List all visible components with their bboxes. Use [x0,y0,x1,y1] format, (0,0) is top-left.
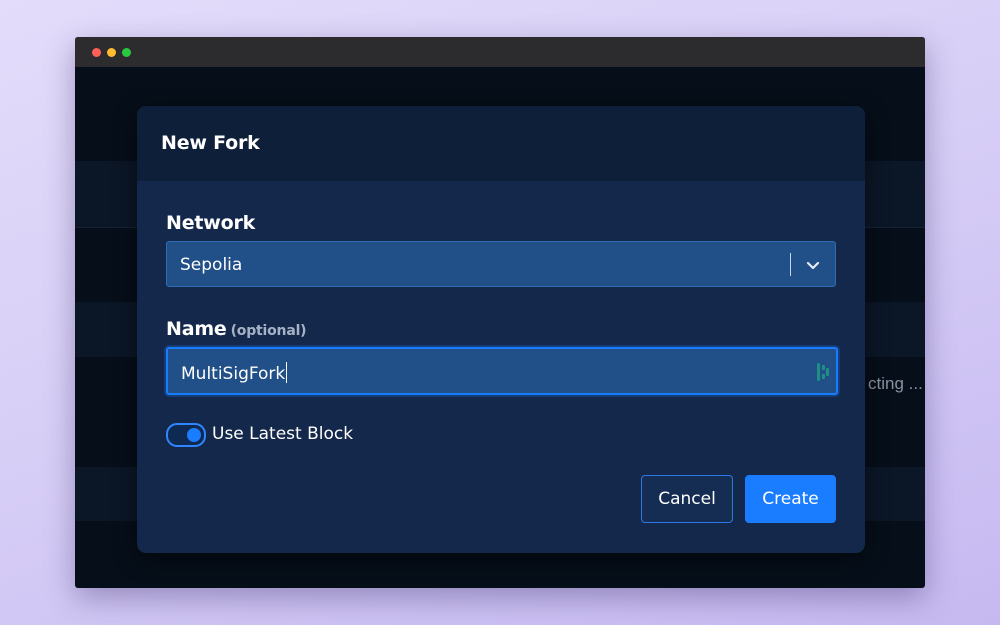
text-caret [286,362,288,383]
toggle-knob [187,428,201,442]
fork-name-value: MultiSigFork [181,362,288,384]
maximize-window-button[interactable] [122,48,131,57]
password-manager-icon[interactable] [817,363,831,381]
dialog-header: New Fork [137,106,865,181]
fork-name-input[interactable]: MultiSigFork [166,347,838,395]
network-label: Network [166,212,256,234]
use-latest-block-label: Use Latest Block [212,424,354,444]
minimize-window-button[interactable] [107,48,116,57]
network-select[interactable]: Sepolia [166,241,836,287]
name-label-text: Name [166,318,227,340]
create-button[interactable]: Create [745,475,836,523]
fork-name-text: MultiSigFork [181,364,286,384]
background-status-text: cting ... [868,374,923,393]
select-separator [790,253,791,276]
chevron-down-icon[interactable] [801,253,825,277]
optional-hint: (optional) [230,323,307,339]
network-selected-value: Sepolia [180,255,243,275]
title-bar [75,37,925,67]
cancel-button[interactable]: Cancel [641,475,733,523]
new-fork-dialog: New Fork Network Sepolia Name (optional) … [137,106,865,553]
name-label: Name (optional) [166,318,307,340]
use-latest-block-toggle[interactable] [166,423,206,447]
dialog-title: New Fork [161,132,260,154]
close-window-button[interactable] [92,48,101,57]
